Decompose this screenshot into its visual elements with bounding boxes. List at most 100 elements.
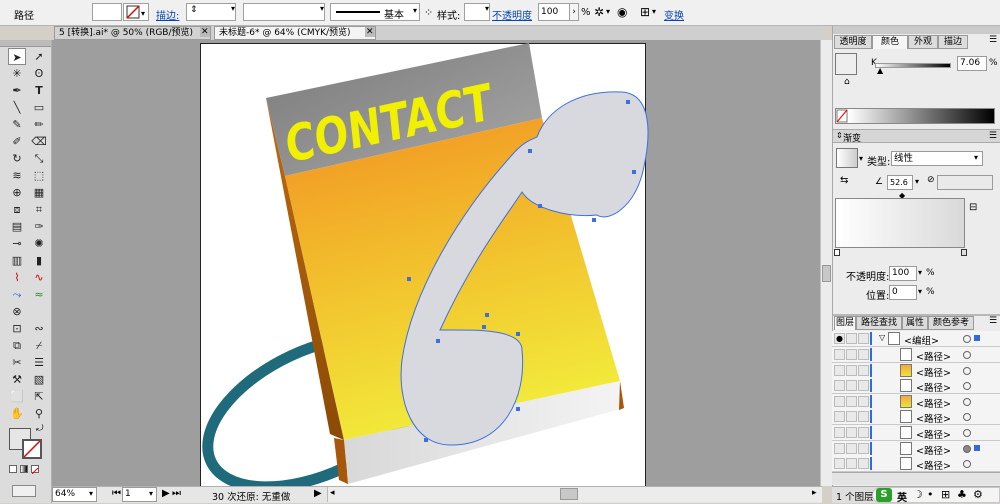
zoom-tool-icon[interactable]: ⚲: [30, 405, 48, 422]
lock-toggle[interactable]: [846, 411, 857, 422]
magic-wand-tool-icon[interactable]: ✳: [8, 65, 26, 82]
artboard-dropdown-icon[interactable]: ▾: [149, 489, 153, 498]
crop-tool-icon[interactable]: ⬜: [8, 388, 26, 405]
gradient-slider-bar[interactable]: [835, 198, 965, 248]
add-anchor-tool-icon[interactable]: ⤳: [8, 286, 26, 303]
gradient-tool-icon[interactable]: ▤: [8, 218, 26, 235]
visibility-eye-icon[interactable]: [834, 411, 845, 422]
draw-mode-icon[interactable]: [12, 485, 36, 497]
tab-appearance[interactable]: 外观: [908, 35, 938, 49]
ime-menu-icon[interactable]: ⚙: [973, 488, 983, 501]
panel-menu-icon[interactable]: ☰: [989, 316, 997, 326]
panel-menu-icon[interactable]: ☰: [989, 35, 997, 45]
tab-color-guide[interactable]: 颜色参考: [928, 316, 974, 330]
measure-tool-icon[interactable]: ⚒: [8, 371, 26, 388]
tools-panel-grip[interactable]: [0, 40, 51, 47]
scroll-right-icon[interactable]: ▸: [812, 488, 817, 498]
align-icon[interactable]: ⊞: [640, 5, 650, 19]
visibility-eye-icon[interactable]: [834, 396, 845, 407]
graphic-style-dropdown[interactable]: ▾: [464, 3, 490, 21]
status-menu-icon[interactable]: ▶: [314, 488, 322, 499]
rectangle-tool-icon[interactable]: ▭: [30, 99, 48, 116]
type-tool-icon[interactable]: T: [30, 82, 48, 99]
layer-row[interactable]: <路径>: [832, 409, 1000, 425]
layer-row[interactable]: <路径>: [832, 394, 1000, 410]
reverse-gradient-icon[interactable]: ⇆: [840, 175, 848, 186]
transform-link[interactable]: 变换: [664, 7, 684, 22]
horizontal-scrollbar[interactable]: ◂ ▸: [327, 487, 822, 502]
shape-builder-tool-icon[interactable]: ⊕: [8, 184, 26, 201]
stroke-color-box[interactable]: [22, 439, 42, 459]
tab-stroke[interactable]: 描边: [938, 35, 968, 49]
lock-toggle[interactable]: [846, 443, 857, 454]
perspective-grid-tool-icon[interactable]: ⧈: [8, 201, 26, 218]
tab-transparency[interactable]: 透明度: [834, 35, 872, 49]
gradient-stop-start[interactable]: [834, 249, 840, 256]
stroke-weight-field[interactable]: ⇕ ▾: [186, 3, 236, 21]
recolor-artwork-icon[interactable]: ✲: [594, 5, 604, 19]
dock-grip[interactable]: [833, 26, 1000, 34]
visibility-eye-icon[interactable]: ●: [834, 333, 845, 344]
artboard-tool-icon[interactable]: ⧉: [8, 337, 26, 354]
knife-tool-icon[interactable]: ⌿: [30, 337, 48, 354]
gradient-angle-input[interactable]: 52.6: [887, 175, 913, 190]
isolate-group-icon[interactable]: ◉: [617, 5, 627, 19]
paintbrush-tool-icon[interactable]: ✎: [8, 116, 26, 133]
half-width-moon-icon[interactable]: ☽: [913, 488, 923, 501]
target-circle-icon[interactable]: [963, 398, 971, 406]
symbol-sprayer-tool-icon[interactable]: ✺: [30, 235, 48, 252]
vertical-scroll-thumb[interactable]: [822, 265, 831, 282]
vertical-scrollbar[interactable]: [820, 40, 832, 486]
gradient-type-select[interactable]: 线性: [891, 151, 983, 166]
target-circle-icon[interactable]: [963, 445, 971, 453]
lock-toggle[interactable]: [846, 333, 857, 344]
gradient-type-dropdown-icon[interactable]: ▾: [974, 153, 978, 162]
color-mode-icon[interactable]: [9, 465, 17, 473]
free-transform-tool-icon[interactable]: ⬚: [30, 167, 48, 184]
stop-position-dropdown-icon[interactable]: ▾: [918, 287, 922, 296]
eyedropper-tool-icon[interactable]: ✑: [30, 218, 48, 235]
target-circle-icon[interactable]: [963, 382, 971, 390]
last-artboard-icon[interactable]: ⏭: [172, 488, 181, 499]
tab-color[interactable]: 颜色: [872, 35, 908, 49]
brush-dropdown[interactable]: 基本 ▾: [330, 3, 420, 21]
layer-row[interactable]: <路径>: [832, 425, 1000, 441]
stop-opacity-input[interactable]: 100: [889, 266, 917, 281]
k-slider-handle-icon[interactable]: ▲: [877, 66, 883, 75]
first-artboard-icon[interactable]: ⏮: [112, 488, 121, 499]
target-tool-icon[interactable]: ⊗: [8, 303, 26, 320]
layer-row[interactable]: <路径>: [832, 441, 1000, 457]
gradient-preview-swatch[interactable]: [836, 148, 858, 168]
pencil-tool-icon[interactable]: ✏: [30, 116, 48, 133]
gradient-mode-icon[interactable]: [20, 465, 28, 473]
live-paint-tool-icon[interactable]: ▦: [30, 184, 48, 201]
mesh-tool-icon[interactable]: ⌗: [30, 201, 48, 218]
layer-row[interactable]: <路径>: [832, 456, 1000, 472]
layer-row[interactable]: ● ▽ <编组>: [832, 331, 1000, 347]
selection-tool-icon[interactable]: ➤: [8, 48, 26, 65]
angle-dropdown-icon[interactable]: ▾: [915, 177, 919, 186]
warp-tool-icon[interactable]: ≋: [8, 167, 26, 184]
tab-pathfinder[interactable]: 路径查找: [856, 316, 902, 330]
gradient-stop-end[interactable]: [961, 249, 967, 256]
anchor-point-tool-icon[interactable]: ⌇: [8, 269, 26, 286]
panel-collapse-icon[interactable]: ⇕: [836, 131, 843, 140]
stop-position-input[interactable]: 0: [889, 285, 917, 300]
target-circle-icon[interactable]: [963, 413, 971, 421]
stroke-label-link[interactable]: 描边:: [156, 7, 179, 22]
layer-row[interactable]: <路径>: [832, 347, 1000, 363]
opacity-input[interactable]: 100: [538, 3, 570, 21]
canvas-area[interactable]: CONTACT: [52, 40, 820, 486]
tab-document-5[interactable]: 5 [转换].ai* @ 50% (RGB/预览): [54, 26, 211, 40]
blend-tool-icon[interactable]: ⊸: [8, 235, 26, 252]
lasso-tool-icon[interactable]: ʘ: [30, 65, 48, 82]
delete-stop-icon[interactable]: ⊟: [969, 202, 977, 213]
hand-tool-icon[interactable]: ✋: [8, 405, 26, 422]
scissors-tool-icon[interactable]: ✂: [8, 354, 26, 371]
ime-toolbox-icon[interactable]: ⊞: [941, 488, 950, 501]
opacity-dropdown-arrow[interactable]: ›: [569, 3, 579, 21]
eraser-tool-icon[interactable]: ⌫: [30, 133, 48, 150]
target-circle-icon[interactable]: [963, 335, 971, 343]
tab-attributes[interactable]: 属性: [902, 316, 928, 330]
scale-tool-icon[interactable]: ⤡: [30, 150, 48, 167]
